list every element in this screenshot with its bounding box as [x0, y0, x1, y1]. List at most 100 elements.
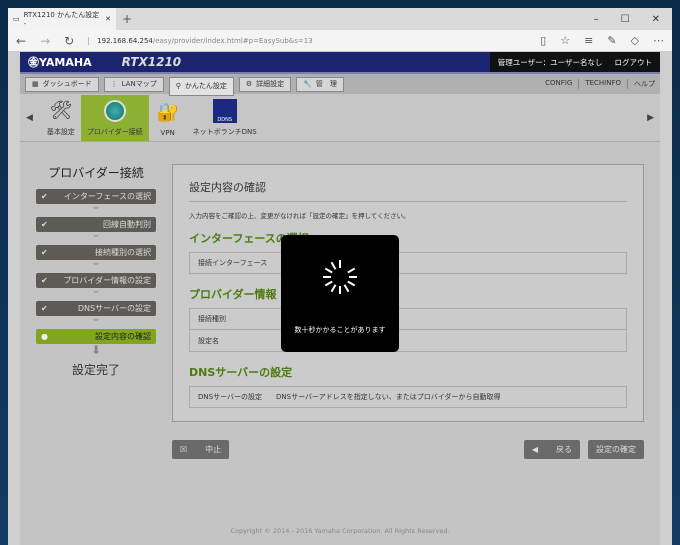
chevron-down-icon: ︾	[92, 319, 99, 326]
spinner-segment	[330, 284, 337, 293]
spinner-segment	[323, 276, 331, 278]
chevron-down-icon: ︾	[92, 291, 99, 298]
feature-basic[interactable]: 🛠 基本設定	[41, 95, 81, 141]
feature-icons: ◀ 🛠 基本設定 プロバイダー接続 🔐 VPN DDNS ネットボランチDNS ▶	[20, 94, 660, 142]
spinner-segment	[324, 267, 333, 274]
step-complete: 設定完了	[71, 363, 120, 377]
header: ㊎YAMAHA RTX1210 管理ユーザー：ユーザー名なし ログアウト	[20, 52, 660, 72]
help-link[interactable]: ヘルプ	[627, 79, 655, 89]
check-icon: ✔	[41, 304, 48, 313]
techinfo-link[interactable]: TECHINFO	[578, 79, 621, 89]
page-title: 設定内容の確認	[189, 179, 627, 202]
tab-lan-map[interactable]: ⋮ LANマップ	[103, 76, 164, 92]
globe-icon	[102, 98, 128, 124]
section-title: インターフェースの選択	[189, 232, 309, 245]
scroll-left-icon[interactable]: ◀	[26, 113, 33, 123]
check-icon: ✔	[41, 248, 48, 257]
confirm-button[interactable]: 設定の確定	[588, 440, 644, 459]
config-link[interactable]: CONFIG	[545, 79, 572, 89]
step-item-current: ● 設定内容の確認	[36, 329, 156, 344]
reading-view-icon[interactable]: ▯	[540, 34, 546, 47]
spinner-segment	[347, 267, 356, 274]
close-window-button[interactable]: ✕	[652, 14, 660, 25]
confirm-panel: 設定内容の確認 入力内容をご確認の上、変更がなければ「設定の確定」を押してくださ…	[172, 164, 644, 422]
tab-management[interactable]: 🔧 管 理	[296, 76, 344, 92]
section-title: プロバイダー情報	[189, 288, 277, 301]
check-icon: ✔	[41, 276, 48, 285]
cancel-button[interactable]: ☒ 中止	[172, 440, 230, 459]
back-arrow-icon: ◀	[531, 445, 538, 454]
refresh-icon[interactable]: ↻	[64, 34, 74, 48]
chevron-down-icon: ︾	[92, 235, 99, 242]
spinner-segment	[347, 280, 356, 287]
table-row: 設定名	[189, 330, 627, 352]
new-tab-button[interactable]: +	[122, 12, 132, 26]
back-icon[interactable]: ←	[16, 34, 26, 48]
wrench-icon: 🔧	[303, 80, 312, 88]
tab-title: RTX1210 かんたん設定 -	[23, 11, 100, 28]
tab-bar: ▭ RTX1210 かんたん設定 - ✕ + – ☐ ✕	[8, 8, 672, 30]
close-tab-icon[interactable]: ✕	[105, 15, 111, 23]
browser-tab[interactable]: ▭ RTX1210 かんたん設定 - ✕	[8, 8, 116, 30]
address-bar: ← → ↻ 192.168.64.254/easy/provider/index.h…	[8, 30, 672, 52]
yamaha-logo: ㊎YAMAHA	[28, 56, 92, 69]
spinner-segment	[339, 286, 341, 294]
loading-message: 数十秒かかることがあります	[294, 326, 386, 334]
section-title: DNSサーバーの設定	[189, 366, 293, 379]
more-icon[interactable]: ⋯	[653, 34, 664, 47]
maximize-button[interactable]: ☐	[621, 14, 630, 25]
url-field[interactable]: 192.168.64.254/easy/provider/index.html#…	[88, 36, 313, 45]
favorite-star-icon[interactable]: ☆	[560, 34, 570, 47]
step-item: ✔ 接続種別の選択	[36, 245, 156, 260]
step-item: ✔ インターフェースの選択	[36, 189, 156, 204]
spinner-segment	[349, 276, 357, 278]
tools-icon: 🛠	[49, 100, 73, 121]
step-item: ✔ DNSサーバーの設定	[36, 301, 156, 316]
chevron-down-icon: ︾	[92, 263, 99, 270]
check-icon: ✔	[41, 220, 48, 229]
spinner-segment	[339, 260, 341, 268]
spinner-segment	[324, 280, 333, 287]
feature-provider[interactable]: プロバイダー接続	[80, 94, 149, 141]
step-item: ✔ プロバイダー情報の設定	[36, 273, 156, 288]
page-icon: ▭	[13, 15, 20, 23]
dns-icon: DDNS	[212, 98, 238, 124]
footer: Copyright © 2014 - 2016 Yamaha Corporati…	[230, 527, 450, 535]
share-icon[interactable]: ◇	[631, 34, 639, 47]
check-icon: ✔	[41, 192, 48, 201]
tab-advanced[interactable]: ⚙ 詳細設定	[238, 76, 292, 92]
spinner-segment	[343, 284, 350, 293]
feature-vpn[interactable]: 🔐 VPN	[149, 95, 187, 141]
back-button[interactable]: ◀ 戻る	[523, 440, 580, 459]
chevron-down-icon: ︾	[92, 207, 99, 214]
table-row: DNSサーバーの設定 DNSサーバーアドレスを指定しない、またはプロバイダーから自…	[189, 386, 627, 408]
scroll-right-icon[interactable]: ▶	[647, 113, 654, 123]
main-nav: ▦ ダッシュボード ⋮ LANマップ ⚲ かんたん設定 ⚙ 詳細設定 🔧 管 理 CONF…	[20, 72, 660, 96]
spinner-segment	[330, 261, 337, 270]
dashboard-icon: ▦	[32, 80, 39, 88]
user-label: 管理ユーザー：ユーザー名なし	[497, 57, 603, 67]
forward-icon[interactable]: →	[40, 34, 50, 48]
web-note-icon[interactable]: ✎	[607, 34, 616, 47]
lan-map-icon: ⋮	[110, 80, 118, 88]
wand-icon: ⚲	[175, 82, 181, 90]
tab-dashboard[interactable]: ▦ ダッシュボード	[25, 76, 99, 92]
sidebar-title: プロバイダー接続	[48, 166, 144, 180]
table-row: 接続インターフェース	[189, 252, 627, 274]
gear-icon: ⚙	[245, 80, 253, 88]
model-name: RTX1210	[121, 55, 182, 69]
current-dot-icon: ●	[41, 332, 48, 341]
lock-icon: 🔐	[156, 102, 179, 123]
arrow-down-icon: ⬇	[90, 343, 102, 357]
hub-icon[interactable]: ≡	[584, 34, 593, 47]
minimize-button[interactable]: –	[594, 14, 599, 25]
loading-dialog: 数十秒かかることがあります	[281, 235, 399, 352]
tab-easy-setup[interactable]: ⚲ かんたん設定	[168, 76, 234, 96]
step-sidebar: プロバイダー接続 ✔ インターフェースの選択 ︾ ✔ 回線自動判別 ︾ ✔ 接続種別の選択…	[36, 164, 156, 378]
logout-link[interactable]: ログアウト	[615, 57, 653, 68]
table-row: 接続種別	[189, 308, 627, 330]
description: 入力内容をご確認の上、変更がなければ「設定の確定」を押してください。	[189, 212, 410, 220]
step-item: ✔ 回線自動判別	[36, 217, 156, 232]
close-box-icon: ☒	[180, 445, 188, 454]
feature-dns[interactable]: DDNS ネットボランチDNS	[187, 95, 263, 141]
